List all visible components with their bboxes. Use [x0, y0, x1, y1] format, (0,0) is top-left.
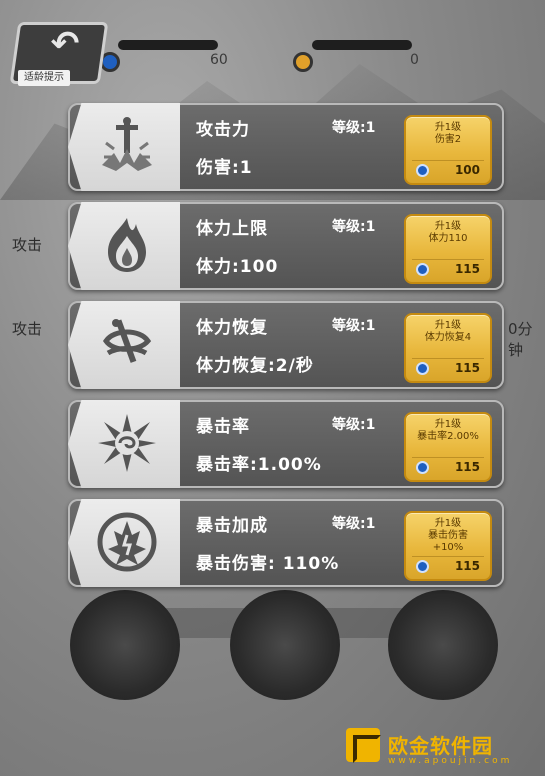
gem-icon [416, 560, 429, 573]
skill-row-attack: 攻击力 等级:1 伤害:1 升1级 伤害2 100 [68, 103, 504, 191]
cost-row: 115 [412, 259, 484, 277]
upgrade-cost: 115 [454, 361, 480, 375]
side-label-attack-1: 攻击 [12, 236, 43, 254]
crest-icon [97, 512, 157, 572]
skill-name: 体力恢复 [196, 318, 268, 338]
upgrade-description: 暴击率2.00% [417, 431, 479, 442]
watermark-name: 欧金软件园 [388, 734, 493, 758]
skill-icon-frame [68, 400, 180, 488]
upgrade-title: 升1级 [434, 518, 462, 529]
skill-icon-frame [68, 202, 180, 290]
upgrade-title: 升1级 [434, 122, 462, 133]
skill-stat: 体力恢复:2/秒 [196, 356, 314, 376]
flame-icon [108, 218, 146, 272]
upgrade-title: 升1级 [434, 419, 462, 430]
skill-name: 暴击加成 [196, 516, 268, 536]
background-circle-button [230, 590, 340, 700]
skill-row-stamina-max: 体力上限 等级:1 体力:100 升1级 体力110 115 [68, 202, 504, 290]
watermark: 欧金软件园 www.apoujin.com [346, 726, 536, 770]
upgrade-title: 升1级 [434, 221, 462, 232]
skill-stat: 伤害:1 [196, 158, 253, 178]
upgrade-cost: 115 [454, 262, 480, 276]
gem-icon [416, 362, 429, 375]
skill-level: 等级:1 [332, 417, 376, 433]
upgrade-cost: 115 [454, 559, 480, 573]
skill-level: 等级:1 [332, 516, 376, 532]
skill-icon-frame [68, 103, 180, 191]
side-label-attack-2: 攻击 [12, 320, 43, 338]
watermark-logo-icon [346, 728, 381, 763]
top-right-value: 0 [410, 52, 419, 68]
skill-row-crit-rate: 暴击率 等级:1 暴击率:1.00% 升1级 暴击率2.00% 115 [68, 400, 504, 488]
skill-row-stamina-regen: 体力恢复 等级:1 体力恢复:2/秒 升1级 体力恢复4 115 [68, 301, 504, 389]
sword-icon [102, 117, 152, 171]
upgrade-cost: 115 [454, 460, 480, 474]
upgrade-button[interactable]: 升1级 体力110 115 [404, 214, 492, 284]
watermark-url: www.apoujin.com [388, 756, 513, 766]
gem-icon [416, 461, 429, 474]
skill-icon-frame [68, 301, 180, 389]
skill-icon-frame [68, 499, 180, 587]
upgrade-title: 升1级 [434, 320, 462, 331]
cost-row: 115 [412, 556, 484, 574]
background-circle-button [388, 590, 498, 700]
upgrade-description: 体力恢复4 [424, 332, 472, 343]
side-label-right: 0分钟 [508, 320, 533, 359]
skill-name: 体力上限 [196, 219, 268, 239]
skill-level: 等级:1 [332, 219, 376, 235]
cost-row: 100 [412, 160, 484, 178]
skill-name: 暴击率 [196, 417, 250, 437]
sword-swirl-icon [102, 319, 152, 363]
age-rating-tag[interactable]: 适龄提示 [18, 70, 70, 86]
coin-orb-icon [293, 52, 313, 72]
upgrade-description-extra: +10% [432, 542, 464, 553]
coin-bar [312, 40, 412, 50]
skill-row-crit-damage: 暴击加成 等级:1 暴击伤害: 110% 升1级 暴击伤害 +10% 115 [68, 499, 504, 587]
burst-icon [98, 414, 156, 472]
top-left-value: 60 [210, 52, 228, 68]
stamina-bar [118, 40, 218, 50]
skill-stat: 暴击伤害: 110% [196, 554, 340, 574]
gem-icon [416, 164, 429, 177]
upgrade-button[interactable]: 升1级 暴击伤害 +10% 115 [404, 511, 492, 581]
background-circle-button [70, 590, 180, 700]
skill-name: 攻击力 [196, 120, 250, 140]
upgrade-description: 体力110 [428, 233, 468, 244]
upgrade-button[interactable]: 升1级 伤害2 100 [404, 115, 492, 185]
back-arrow-icon[interactable]: ↶ [40, 24, 90, 64]
upgrade-description: 伤害2 [434, 134, 462, 145]
gem-icon [416, 263, 429, 276]
upgrade-button[interactable]: 升1级 体力恢复4 115 [404, 313, 492, 383]
cost-row: 115 [412, 457, 484, 475]
cost-row: 115 [412, 358, 484, 376]
upgrade-cost: 100 [454, 163, 480, 177]
upgrade-description: 暴击伤害 [428, 530, 468, 541]
skill-level: 等级:1 [332, 318, 376, 334]
skill-stat: 体力:100 [196, 257, 279, 277]
upgrade-button[interactable]: 升1级 暴击率2.00% 115 [404, 412, 492, 482]
skill-level: 等级:1 [332, 120, 376, 136]
skill-stat: 暴击率:1.00% [196, 455, 322, 475]
